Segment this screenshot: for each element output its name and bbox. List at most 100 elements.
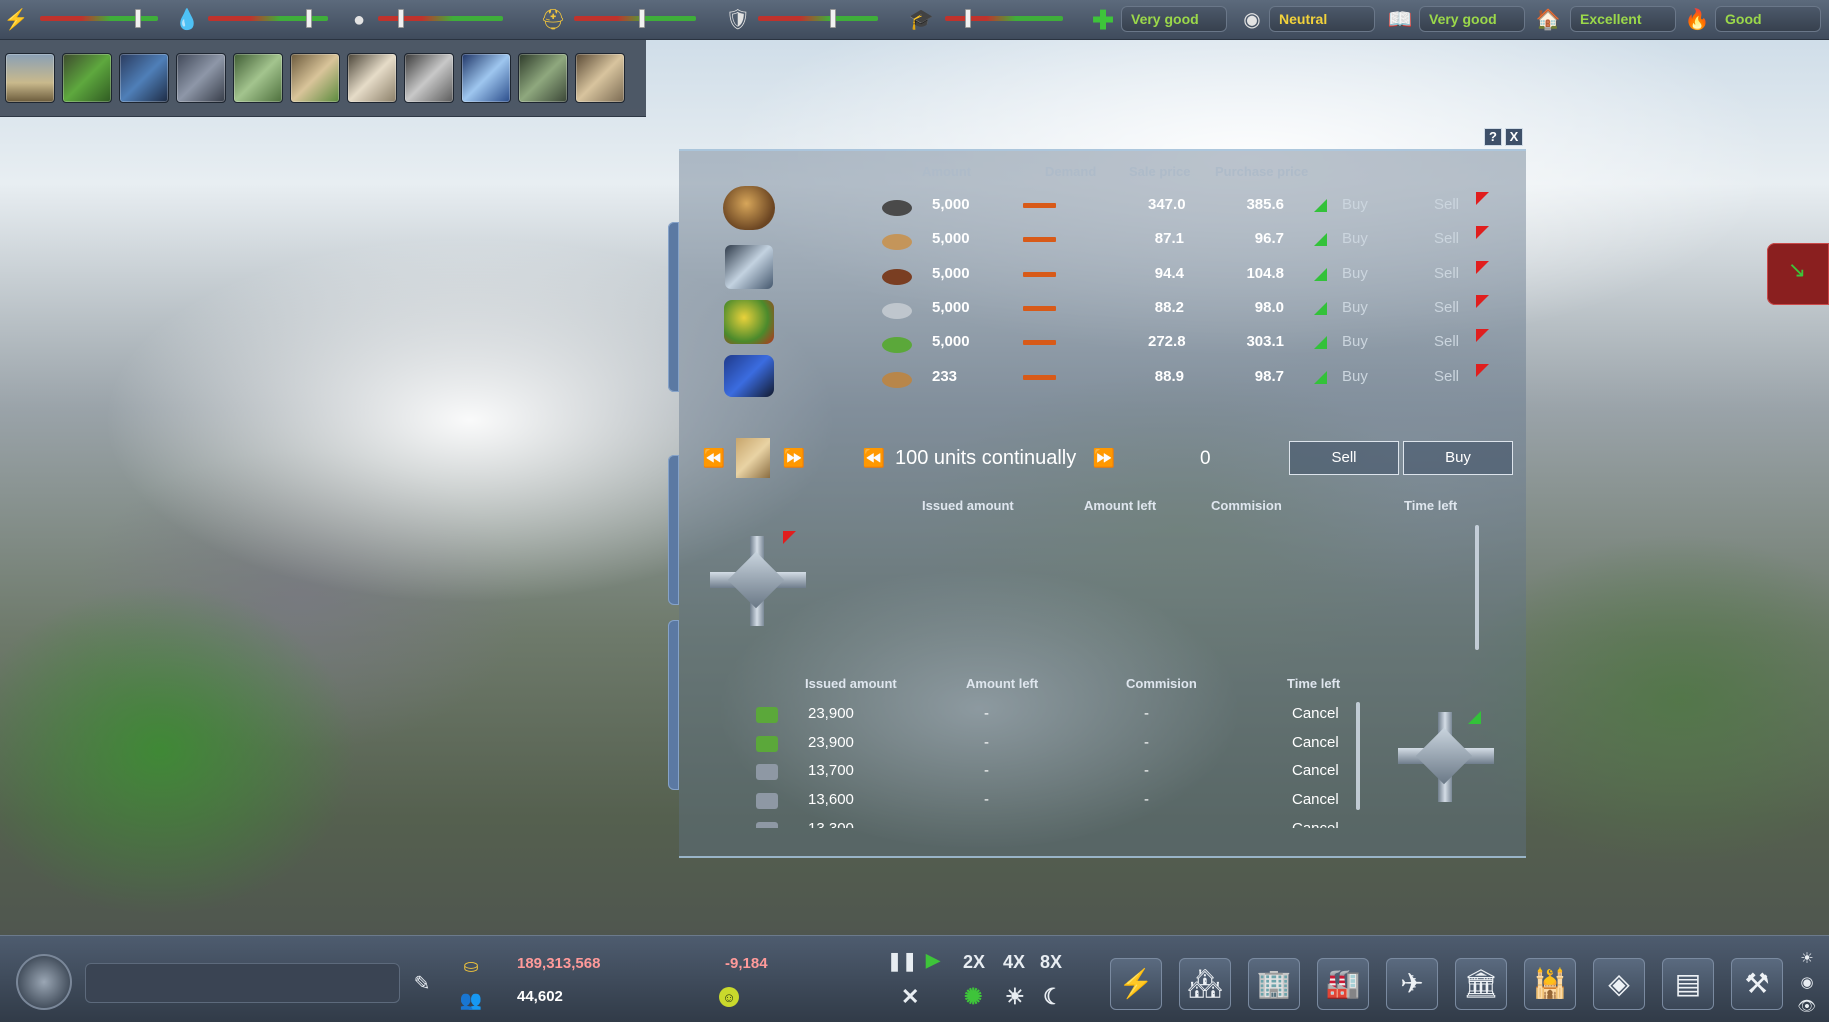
panel-side-tab-1[interactable] [668,222,679,392]
residential-icon[interactable]: 🏘 [1179,958,1231,1010]
sell-depot-icon [710,536,806,626]
cancel-order-button[interactable]: Cancel [1292,734,1339,751]
row-buy-button[interactable]: Buy [1342,230,1368,247]
day-cycle-icon[interactable]: ✺ [964,984,982,1010]
camera-icon[interactable]: ◉ [1797,972,1817,992]
storage-icon[interactable]: ▤ [1662,958,1714,1010]
order-amount-left: - [984,791,989,809]
agriculture-category-icon[interactable] [724,300,774,344]
speed-8x-button[interactable]: 8X [1040,952,1062,973]
panel-side-tab-2[interactable] [668,455,679,605]
next-commodity-icon[interactable]: ⏩ [782,446,806,470]
document-tool-icon[interactable] [347,53,397,103]
moon-icon[interactable]: ☾ [1043,984,1063,1010]
public-services-icon[interactable]: 🏛 [1455,958,1507,1010]
order-value: 0 [1200,448,1211,469]
row-sell-button[interactable]: Sell [1434,265,1459,282]
health-rating[interactable]: Very good [1121,6,1227,32]
rail-tool-icon[interactable] [176,53,226,103]
statistics-tool-icon[interactable] [290,53,340,103]
shuffle-icon[interactable]: ✕ [901,984,919,1010]
row-sell-button[interactable]: Sell [1434,299,1459,316]
industry-category-icon[interactable] [725,245,773,289]
library-tool-icon[interactable] [518,53,568,103]
transport-icon[interactable]: ✈ [1386,958,1438,1010]
row-buy-button[interactable]: Buy [1342,333,1368,350]
play-icon[interactable]: ▶ [926,950,940,971]
row-sale-price: 272.8 [1148,333,1186,350]
trade-tool-icon[interactable] [575,53,625,103]
sun-icon[interactable]: ☀ [1005,984,1025,1010]
sell-arrow-icon [1476,261,1489,274]
environment-icon: ◉ [1243,9,1261,31]
panel-side-tab-3[interactable] [668,620,679,790]
row-buy-button[interactable]: Buy [1342,196,1368,213]
row-sell-button[interactable]: Sell [1434,368,1459,385]
eye-icon[interactable]: 👁 [1797,996,1817,1016]
trade-route-button[interactable]: ↘ [1767,243,1829,305]
education-rating[interactable]: Very good [1419,6,1525,32]
electricity-slider [40,9,158,28]
weather-icon[interactable]: ☀ [1797,948,1817,968]
increase-quantity-icon[interactable]: ⏩ [1092,446,1116,470]
close-button[interactable]: X [1505,128,1523,146]
city-tool-icon[interactable] [5,53,55,103]
pause-icon[interactable]: ❚❚ [887,951,917,972]
sell-orders-scrollbar[interactable] [1475,525,1479,650]
sell-order-button[interactable]: Sell [1289,441,1399,475]
settings-tools-icon[interactable] [16,954,72,1010]
row-sell-button[interactable]: Sell [1434,230,1459,247]
housing-rating[interactable]: Excellent [1570,6,1676,32]
mining-category-icon[interactable] [723,186,775,230]
speed-2x-button[interactable]: 2X [963,952,985,973]
row-sell-button[interactable]: Sell [1434,196,1459,213]
sell-arrow-icon [1476,192,1489,205]
fire-rating[interactable]: Good [1715,6,1821,32]
buy-arrow-icon [1314,371,1327,384]
help-button[interactable]: ? [1484,128,1502,146]
environment-rating[interactable]: Neutral [1269,6,1375,32]
crops-icon [756,707,778,723]
demand-bar [1023,340,1056,345]
structures-icon[interactable]: ◈ [1593,958,1645,1010]
row-amount: 5,000 [932,196,970,213]
garbage-bag-icon: ● [352,9,366,31]
commercial-icon[interactable]: 🏢 [1248,958,1300,1010]
buy-order-button[interactable]: Buy [1403,441,1513,475]
order-commission: - [1144,733,1149,751]
money-tool-icon[interactable] [233,53,283,103]
sell-arrow-icon [783,531,796,544]
edit-icon[interactable]: ✎ [410,971,434,995]
row-buy-button[interactable]: Buy [1342,368,1368,385]
speed-4x-button[interactable]: 4X [1003,952,1025,973]
buy-depot-icon [1398,712,1494,802]
vehicles-category-icon[interactable] [724,355,774,397]
buy-arrow-icon [1314,268,1327,281]
research-tool-icon[interactable] [461,53,511,103]
row-amount: 5,000 [932,299,970,316]
cancel-order-button[interactable]: Cancel [1292,791,1339,808]
row-buy-button[interactable]: Buy [1342,265,1368,282]
sell-time-header: Time left [1404,498,1458,513]
truck-icon [756,793,778,810]
row-buy-button[interactable]: Buy [1342,299,1368,316]
demolish-icon[interactable]: ⚒ [1731,958,1783,1010]
truck-icon [756,821,778,828]
prev-commodity-icon[interactable]: ⏪ [702,446,726,470]
landmarks-icon[interactable]: 🕌 [1524,958,1576,1010]
row-purchase-price: 385.6 [1246,196,1284,213]
minerals-tool-icon[interactable] [404,53,454,103]
industrial-icon[interactable]: 🏭 [1317,958,1369,1010]
cancel-order-button[interactable]: Cancel [1292,820,1339,828]
terrain-tool-icon[interactable] [62,53,112,103]
decrease-quantity-icon[interactable]: ⏪ [862,446,886,470]
sell-issued-header: Issued amount [922,498,1014,513]
buy-orders-scrollbar[interactable] [1356,702,1360,810]
roads-tool-icon[interactable] [119,53,169,103]
buy-order-row: 23,900 - - Cancel [740,734,1380,758]
cancel-order-button[interactable]: Cancel [1292,705,1339,722]
row-sell-button[interactable]: Sell [1434,333,1459,350]
happiness-icon: ☺ [719,987,739,1007]
power-plant-icon[interactable]: ⚡ [1110,958,1162,1010]
cancel-order-button[interactable]: Cancel [1292,762,1339,779]
